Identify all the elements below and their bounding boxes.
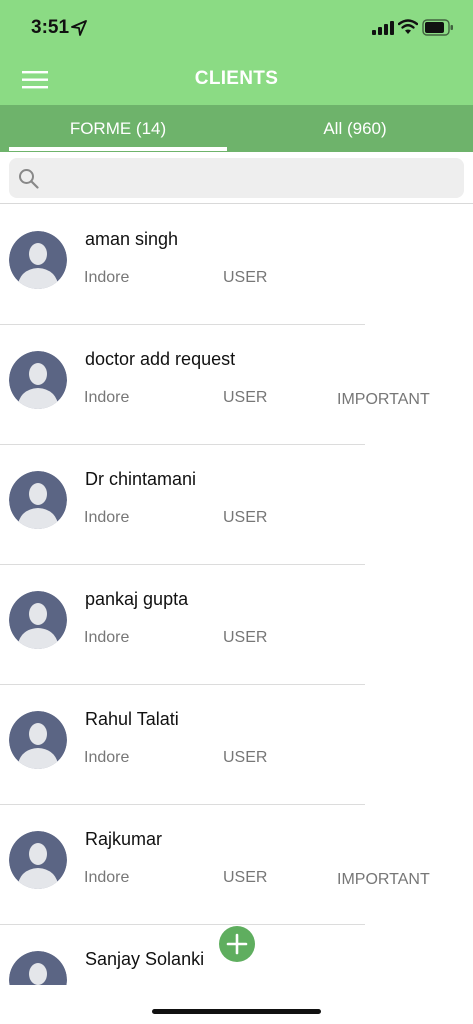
client-city: Indore [84, 509, 130, 526]
location-arrow-icon [71, 20, 87, 36]
client-row[interactable]: pankaj gupta Indore USER [0, 565, 473, 685]
client-city: Indore [84, 869, 130, 886]
client-name: Dr chintamani [85, 469, 197, 489]
client-list: aman singh Indore USER doctor add request In… [0, 205, 473, 985]
client-row[interactable]: Dr chintamani Indore USER [0, 445, 473, 565]
battery-icon [422, 19, 453, 36]
wifi-icon [398, 19, 418, 34]
client-name: Rajkumar [85, 829, 163, 849]
avatar-placeholder-icon [9, 591, 67, 649]
client-row[interactable]: Rajkumar Indore USER IMPORTANT [0, 805, 473, 925]
client-role: USER [223, 749, 268, 766]
client-city: Indore [84, 749, 130, 766]
tab-forme[interactable]: FORME (14) [0, 105, 236, 152]
search-input[interactable] [47, 158, 457, 198]
status-bar: 3:51 [0, 0, 473, 56]
avatar-placeholder-icon [9, 351, 67, 409]
avatar-placeholder-icon [9, 711, 67, 769]
client-row[interactable]: Rahul Talati Indore USER [0, 685, 473, 805]
avatar-placeholder-icon [9, 951, 67, 985]
app-header: 3:51 CLIENTS [0, 0, 473, 105]
search-bar [0, 152, 473, 204]
client-row[interactable]: doctor add request Indore USER IMPORTANT [0, 325, 473, 445]
avatar-placeholder-icon [9, 231, 67, 289]
active-tab-indicator [9, 147, 227, 151]
search-icon [19, 169, 39, 189]
client-role: USER [223, 269, 268, 286]
home-indicator [152, 1009, 321, 1014]
search-field[interactable] [9, 158, 464, 198]
client-name: doctor add request [85, 349, 236, 369]
avatar-placeholder-icon [9, 831, 67, 889]
client-city: Indore [84, 389, 130, 406]
tab-bar: FORME (14) All (960) [0, 105, 473, 152]
tab-all[interactable]: All (960) [237, 105, 473, 152]
client-name: Rahul Talati [85, 709, 179, 729]
client-name: pankaj gupta [85, 589, 189, 609]
plus-icon [226, 933, 248, 955]
client-row[interactable]: aman singh Indore USER [0, 205, 473, 325]
add-client-button[interactable] [219, 926, 255, 962]
client-city: Indore [84, 269, 130, 286]
client-priority: IMPORTANT [337, 871, 430, 888]
client-priority: IMPORTANT [337, 391, 430, 408]
avatar-placeholder-icon [9, 471, 67, 529]
cellular-signal-icon [372, 21, 394, 35]
client-role: USER [223, 629, 268, 646]
page-title: CLIENTS [194, 68, 279, 89]
client-name: Sanjay Solanki [85, 949, 205, 969]
status-time: 3:51 [31, 17, 70, 38]
client-role: USER [223, 389, 268, 406]
client-name: aman singh [85, 229, 179, 249]
client-role: USER [223, 869, 268, 886]
client-city: Indore [84, 629, 130, 646]
client-role: USER [223, 509, 268, 526]
